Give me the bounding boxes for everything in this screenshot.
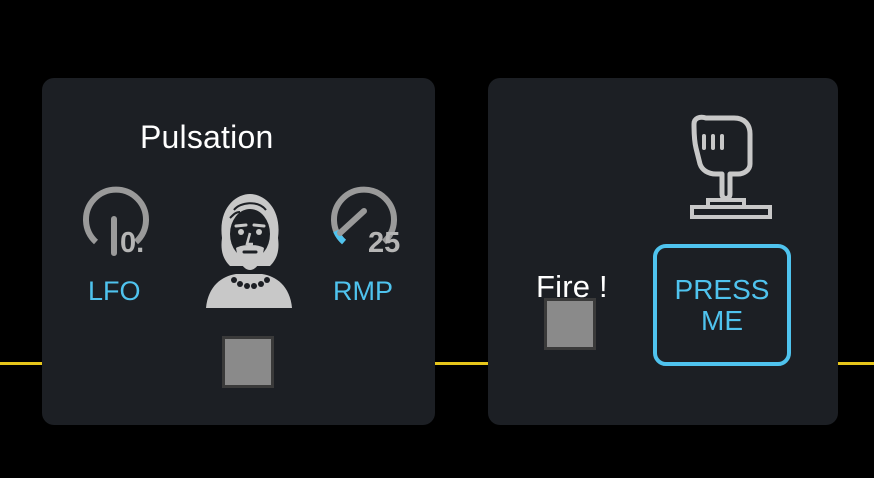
press-me-label: PRESS ME [674,274,770,336]
pulsation-panel: Pulsation 0. LFO 25 RMP [42,78,435,425]
rmp-value: 25 [368,227,401,259]
press-me-button[interactable]: PRESS ME [653,244,791,366]
fire-toggle[interactable] [544,298,596,350]
patch-canvas: Pulsation 0. LFO 25 RMP Fire ! PRESS ME [0,0,874,478]
pulsation-toggle[interactable] [222,336,274,388]
pulsation-title: Pulsation [140,119,274,155]
lfo-label: LFO [88,276,141,306]
rmp-label: RMP [333,276,393,306]
rmp-knob-pointer [337,208,367,236]
bearded-man-portrait-icon [206,194,292,308]
pointing-hand-button-icon [690,114,772,219]
lfo-value: 0. [120,227,145,259]
fire-panel: Fire ! PRESS ME [488,78,838,425]
